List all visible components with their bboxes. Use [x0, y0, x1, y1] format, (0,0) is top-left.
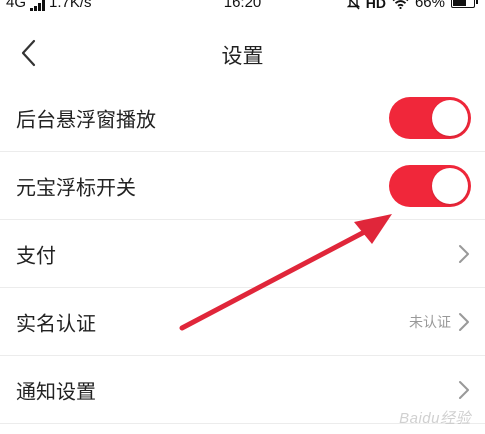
nav-bar: 设置: [0, 22, 485, 84]
page-title: 设置: [221, 44, 264, 68]
status-bar-left: 4G 1.7K/s: [6, 0, 92, 11]
toggle-knob: [432, 99, 468, 136]
chevron-right-icon: [459, 380, 469, 399]
chevron-right-icon: [459, 312, 469, 331]
hd-indicator: HD: [365, 0, 386, 11]
background-float-play-toggle[interactable]: [389, 96, 471, 139]
verification-status: 未认证: [409, 314, 451, 331]
status-bar-right: HD 66%: [346, 0, 478, 11]
watermark-logo: Baidu经验: [399, 410, 471, 427]
setting-label: 通知设置: [16, 379, 96, 403]
battery-icon: [451, 0, 478, 8]
setting-row-yuanbao-float: 元宝浮标开关: [0, 152, 485, 220]
mute-icon: [346, 0, 360, 9]
setting-row-payment[interactable]: 支付: [0, 220, 485, 288]
setting-label: 实名认证: [16, 311, 96, 335]
status-bar: 4G 1.7K/s 16:20 HD 66%: [0, 0, 485, 22]
network-speed: 1.7K/s: [49, 0, 92, 11]
setting-label: 元宝浮标开关: [16, 175, 136, 199]
settings-list: 后台悬浮窗播放 元宝浮标开关 支付 实名认证 未认证 通知设置: [0, 84, 485, 424]
setting-label: 支付: [16, 243, 56, 267]
signal-icon: [30, 0, 46, 11]
battery-percent: 66%: [414, 0, 445, 11]
setting-row-background-float-play: 后台悬浮窗播放: [0, 84, 485, 152]
wifi-icon: [392, 0, 409, 9]
network-type: 4G: [6, 0, 27, 11]
chevron-right-icon: [459, 244, 469, 263]
yuanbao-float-toggle[interactable]: [389, 164, 471, 207]
setting-label: 后台悬浮窗播放: [16, 107, 156, 131]
setting-row-real-name-verification[interactable]: 实名认证 未认证: [0, 288, 485, 356]
clock: 16:20: [223, 0, 262, 11]
toggle-knob: [432, 167, 468, 204]
